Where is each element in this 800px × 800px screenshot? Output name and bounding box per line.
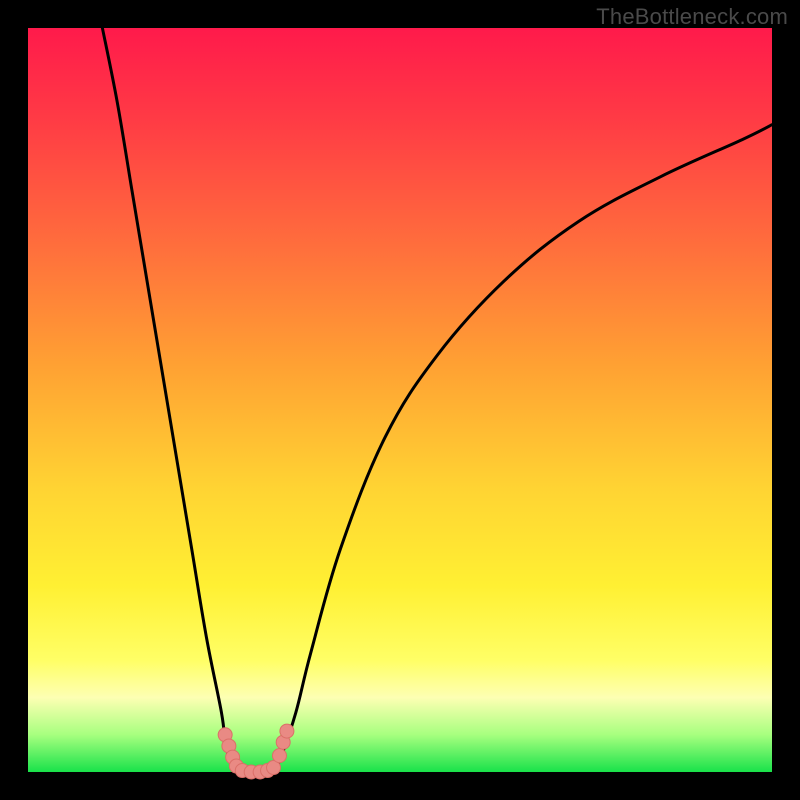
chart-frame: TheBottleneck.com xyxy=(0,0,800,800)
plot-area xyxy=(28,28,772,772)
data-marker xyxy=(272,749,286,763)
watermark-text: TheBottleneck.com xyxy=(596,4,788,30)
curve-left-branch xyxy=(102,28,236,772)
curve-right-branch xyxy=(274,125,772,772)
data-markers xyxy=(218,724,294,779)
data-marker xyxy=(280,724,294,738)
chart-svg xyxy=(28,28,772,772)
